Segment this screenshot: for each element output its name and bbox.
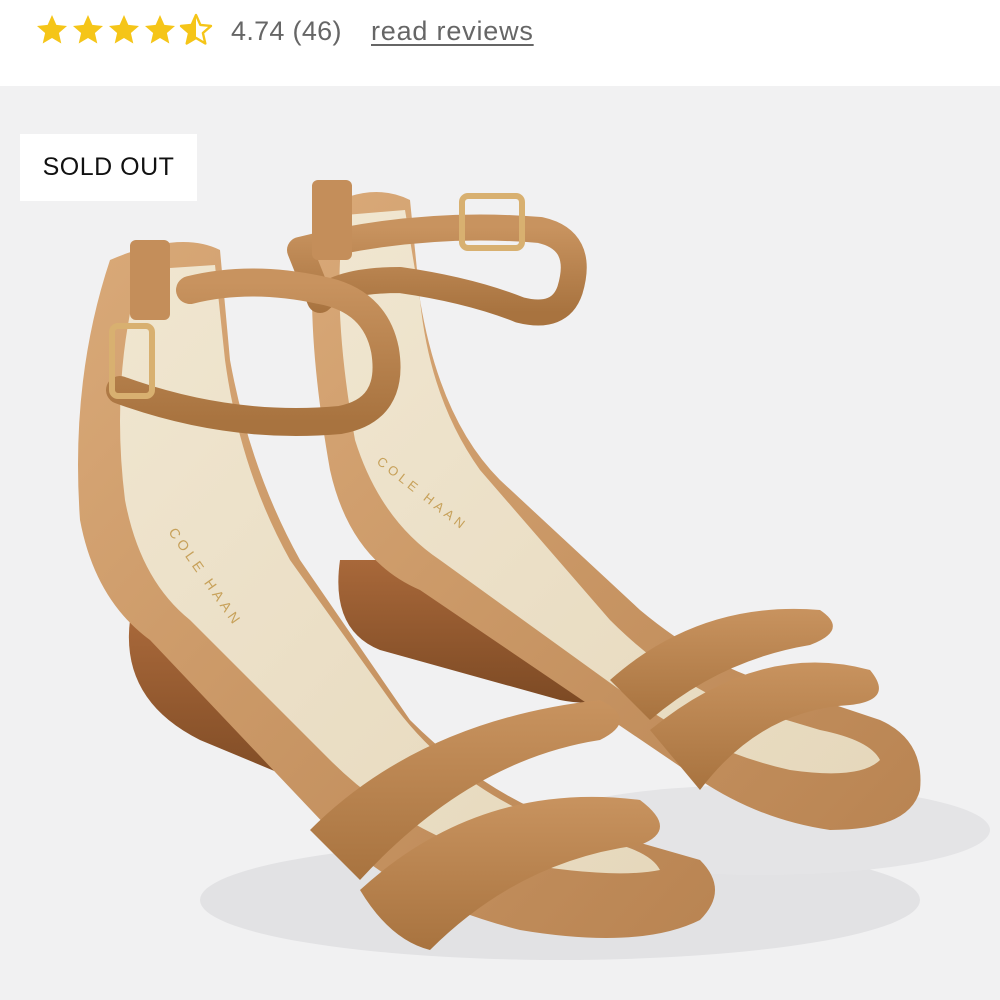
- rating-bar: 4.74 (46) read reviews: [0, 0, 1000, 86]
- star-icon: [109, 15, 139, 44]
- star-icon: [145, 15, 175, 44]
- half-star-icon: [179, 13, 213, 45]
- star-icon: [37, 15, 67, 44]
- sold-out-badge: SOLD OUT: [20, 134, 197, 201]
- star-rating: [34, 12, 214, 48]
- rating-value: 4.74 (46): [231, 16, 342, 46]
- read-reviews-link[interactable]: read reviews: [371, 13, 534, 49]
- star-icon: [73, 15, 103, 44]
- product-image[interactable]: COLE HAAN COLE HAAN: [0, 86, 1000, 1000]
- sandals-illustration: COLE HAAN COLE HAAN: [78, 180, 990, 960]
